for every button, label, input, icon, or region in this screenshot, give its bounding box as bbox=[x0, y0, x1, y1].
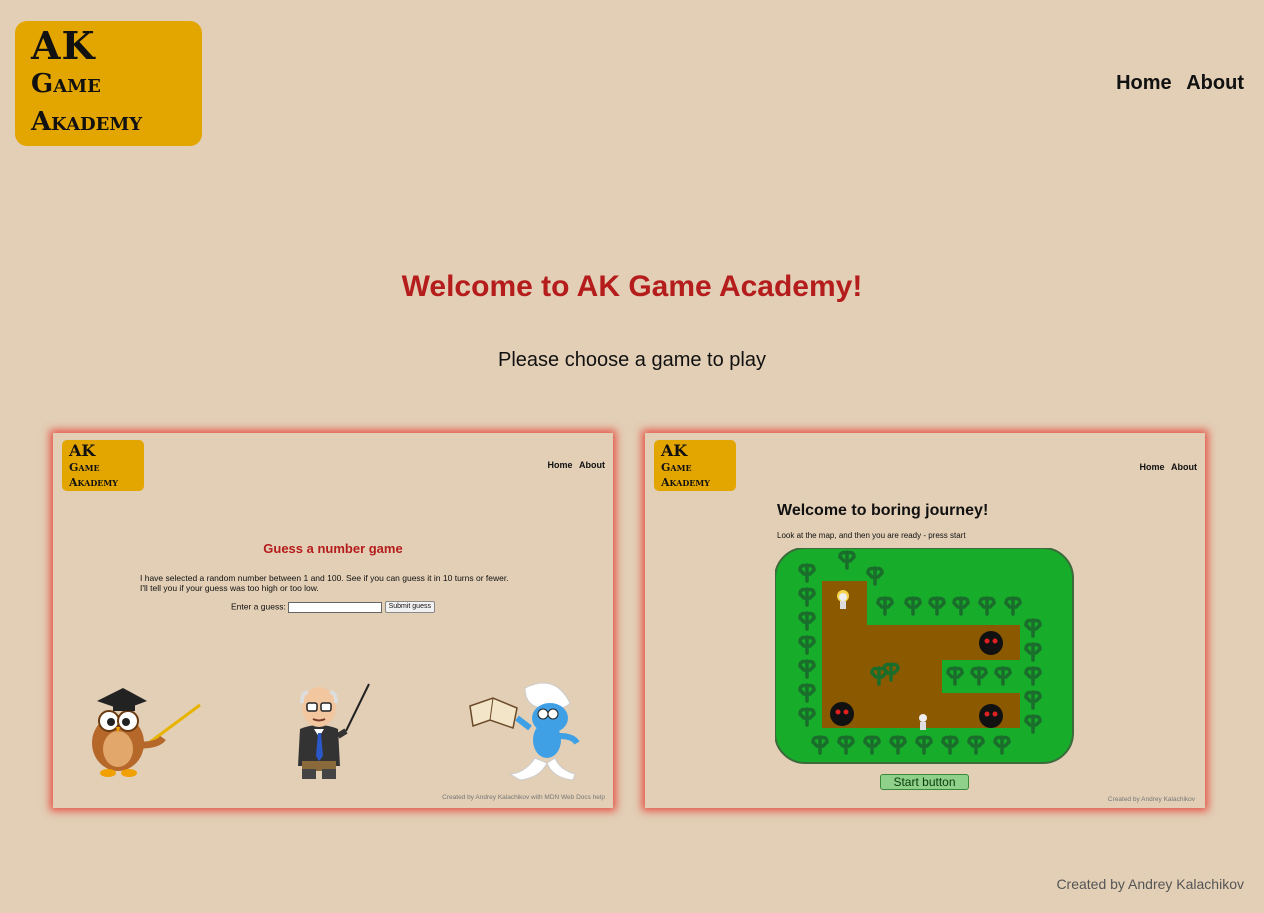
submit-guess-preview: Submit guess bbox=[384, 601, 435, 613]
game-map-preview bbox=[775, 548, 1074, 764]
card-logo-line-1: AK bbox=[661, 441, 688, 460]
guess-label: Enter a guess: bbox=[231, 601, 286, 612]
card-footer: Created by Andrey Kalachikov bbox=[1107, 796, 1195, 803]
card-game-text-2: I'll tell you if your guess was too high… bbox=[140, 583, 319, 593]
nav-home-link[interactable]: Home bbox=[1116, 72, 1172, 94]
card-guess-form: Enter a guess: Submit guess bbox=[53, 601, 613, 613]
page-title: Welcome to AK Game Academy! bbox=[401, 270, 863, 303]
card-nav-about: About bbox=[1171, 462, 1197, 472]
enemy-face-icon bbox=[830, 702, 854, 726]
card-nav-home: Home bbox=[1139, 462, 1165, 472]
logo-line-1: AK bbox=[31, 23, 96, 68]
page-subtitle: Please choose a game to play bbox=[498, 349, 766, 371]
card-nav: Home About bbox=[1135, 462, 1197, 472]
start-button-preview: Start button bbox=[880, 774, 969, 790]
npc-icon bbox=[919, 714, 927, 730]
card-logo-line-2: Game bbox=[69, 461, 100, 474]
card-logo-line-1: AK bbox=[69, 441, 96, 460]
card-logo-line-3: Akademy bbox=[661, 476, 710, 489]
card-nav-home: Home bbox=[547, 460, 573, 470]
professor-icon bbox=[298, 683, 370, 779]
enemy-face-icon bbox=[979, 704, 1003, 728]
guess-input-preview bbox=[288, 601, 383, 613]
nav-about-link[interactable]: About bbox=[1186, 72, 1244, 94]
card-logo-line-3: Akademy bbox=[69, 476, 118, 489]
card-nav: Home About bbox=[543, 460, 605, 470]
logo-line-3: Akademy bbox=[31, 107, 143, 137]
card-nav-about: About bbox=[579, 460, 605, 470]
card-logo: AK Game Akademy bbox=[654, 440, 736, 491]
page-footer: Created by Andrey Kalachikov bbox=[1056, 876, 1244, 892]
enemy-face-icon bbox=[979, 631, 1003, 655]
game-card-boring-journey[interactable]: AK Game Akademy Home About Welcome to bo… bbox=[645, 433, 1205, 808]
smurf-reader-icon bbox=[469, 682, 580, 781]
card-footer: Created by Andrey Kalachikov with MDN We… bbox=[442, 794, 605, 801]
card-logo-line-2: Game bbox=[661, 461, 692, 474]
card-game-text-1: I have selected a random number between … bbox=[140, 573, 509, 583]
card-game-description: I have selected a random number between … bbox=[140, 573, 540, 593]
logo-line-2: Game bbox=[31, 69, 101, 99]
main-nav: Home About bbox=[1107, 72, 1244, 95]
card-game-description: Look at the map, and then you are ready … bbox=[777, 531, 966, 540]
owl-teacher-icon bbox=[92, 688, 201, 777]
card-game-title: Guess a number game bbox=[263, 541, 403, 556]
site-logo[interactable]: AK Game Akademy bbox=[15, 21, 202, 146]
card-game-title: Welcome to boring journey! bbox=[777, 502, 989, 519]
game-card-guess-number[interactable]: AK Game Akademy Home About Guess a numbe… bbox=[53, 433, 613, 808]
card-logo: AK Game Akademy bbox=[62, 440, 144, 491]
